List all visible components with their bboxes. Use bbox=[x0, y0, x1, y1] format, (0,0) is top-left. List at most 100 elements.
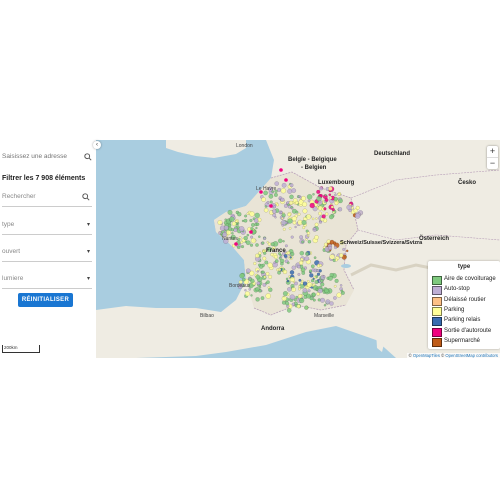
map-marker[interactable] bbox=[314, 222, 319, 227]
map-marker[interactable] bbox=[281, 296, 287, 302]
map-marker[interactable] bbox=[287, 287, 292, 292]
map-marker[interactable] bbox=[249, 218, 253, 223]
map-marker[interactable] bbox=[239, 273, 245, 279]
map-marker[interactable] bbox=[286, 261, 290, 265]
map-marker[interactable] bbox=[287, 188, 293, 194]
map-marker[interactable] bbox=[324, 194, 327, 197]
map-marker[interactable] bbox=[312, 227, 316, 231]
map-marker[interactable] bbox=[258, 251, 262, 255]
map-marker[interactable] bbox=[289, 194, 294, 200]
map-marker[interactable] bbox=[345, 249, 349, 253]
map-marker[interactable] bbox=[310, 264, 315, 269]
map-marker[interactable] bbox=[291, 216, 297, 222]
map-marker[interactable] bbox=[284, 244, 288, 248]
map-marker[interactable] bbox=[231, 232, 234, 235]
map-marker[interactable] bbox=[285, 277, 289, 281]
map-marker[interactable] bbox=[223, 221, 228, 225]
map-marker[interactable] bbox=[306, 293, 312, 299]
map-marker[interactable] bbox=[320, 282, 325, 287]
map-marker[interactable] bbox=[289, 183, 294, 188]
map-marker[interactable] bbox=[266, 241, 269, 244]
map-marker[interactable] bbox=[307, 239, 312, 244]
map-marker[interactable] bbox=[299, 235, 304, 240]
map-marker[interactable] bbox=[229, 216, 235, 222]
map-marker[interactable] bbox=[294, 281, 298, 286]
map-marker[interactable] bbox=[285, 301, 290, 306]
map-marker[interactable] bbox=[274, 259, 279, 263]
map-marker[interactable] bbox=[339, 253, 344, 258]
map-marker[interactable] bbox=[277, 187, 282, 192]
map-marker[interactable] bbox=[322, 275, 326, 278]
search-field[interactable]: Rechercher bbox=[2, 192, 92, 207]
map-marker[interactable] bbox=[272, 209, 277, 214]
map-marker[interactable] bbox=[334, 278, 339, 283]
map-marker[interactable] bbox=[231, 221, 237, 227]
map-marker[interactable] bbox=[265, 293, 271, 299]
map-marker[interactable] bbox=[286, 251, 291, 255]
map-marker[interactable] bbox=[288, 275, 291, 278]
map-marker[interactable] bbox=[332, 211, 336, 214]
map-marker[interactable] bbox=[309, 273, 314, 278]
map-marker[interactable] bbox=[283, 254, 288, 258]
map-marker[interactable] bbox=[281, 213, 286, 218]
map-marker[interactable] bbox=[240, 240, 244, 244]
map-marker[interactable] bbox=[309, 202, 315, 209]
map-marker[interactable] bbox=[306, 194, 313, 200]
map-marker[interactable] bbox=[253, 218, 259, 223]
map-marker[interactable] bbox=[251, 222, 255, 227]
map-marker[interactable] bbox=[244, 291, 250, 297]
map-marker[interactable] bbox=[288, 200, 294, 206]
map-marker[interactable] bbox=[273, 254, 278, 259]
map-marker[interactable] bbox=[280, 197, 285, 202]
map-marker[interactable] bbox=[307, 280, 310, 283]
map-marker[interactable] bbox=[329, 301, 334, 306]
map-marker[interactable] bbox=[255, 226, 258, 230]
map-marker[interactable] bbox=[319, 279, 324, 283]
map-marker[interactable] bbox=[237, 212, 242, 217]
legend-item[interactable]: Auto-stop bbox=[432, 285, 500, 296]
map-marker[interactable] bbox=[314, 235, 319, 240]
map-marker[interactable] bbox=[261, 197, 266, 202]
map-marker[interactable] bbox=[319, 263, 323, 267]
map-marker[interactable] bbox=[290, 235, 294, 239]
map-marker[interactable] bbox=[339, 284, 343, 287]
map-marker[interactable] bbox=[334, 258, 338, 262]
map-marker[interactable] bbox=[298, 260, 304, 266]
map-marker[interactable] bbox=[295, 210, 299, 214]
map-marker[interactable] bbox=[298, 287, 301, 291]
map-marker[interactable] bbox=[321, 214, 326, 219]
legend-item[interactable]: Parking relais bbox=[432, 316, 500, 327]
map-marker[interactable] bbox=[297, 212, 301, 216]
legend-item[interactable]: Supermarché bbox=[432, 337, 500, 347]
map-marker[interactable] bbox=[305, 214, 312, 220]
map-marker[interactable] bbox=[304, 305, 309, 310]
map-marker[interactable] bbox=[230, 228, 235, 232]
map-marker[interactable] bbox=[243, 218, 248, 223]
map-marker[interactable] bbox=[253, 261, 257, 266]
map-marker[interactable] bbox=[304, 256, 310, 262]
map-marker[interactable] bbox=[261, 270, 265, 274]
map-marker[interactable] bbox=[277, 238, 283, 244]
map-marker[interactable] bbox=[288, 226, 292, 230]
map-marker[interactable] bbox=[282, 240, 285, 243]
map-marker[interactable] bbox=[262, 256, 267, 261]
map-marker[interactable] bbox=[302, 281, 308, 286]
map-marker[interactable] bbox=[243, 235, 248, 241]
map-marker[interactable] bbox=[298, 278, 302, 282]
map-marker[interactable] bbox=[336, 292, 342, 298]
map-marker[interactable] bbox=[289, 294, 295, 300]
map-marker[interactable] bbox=[291, 188, 297, 193]
map-marker[interactable] bbox=[329, 239, 335, 245]
map-marker[interactable] bbox=[315, 217, 318, 220]
map-marker[interactable] bbox=[301, 279, 304, 283]
map-marker[interactable] bbox=[227, 209, 233, 215]
map-marker[interactable] bbox=[286, 279, 290, 283]
map-marker[interactable] bbox=[249, 211, 255, 217]
map-marker[interactable] bbox=[291, 265, 296, 270]
map-marker[interactable] bbox=[280, 261, 284, 266]
map-marker[interactable] bbox=[269, 200, 273, 204]
map-marker[interactable] bbox=[238, 226, 245, 232]
map-marker[interactable] bbox=[287, 212, 291, 217]
map-marker[interactable] bbox=[333, 284, 337, 288]
map-marker[interactable] bbox=[320, 297, 325, 303]
